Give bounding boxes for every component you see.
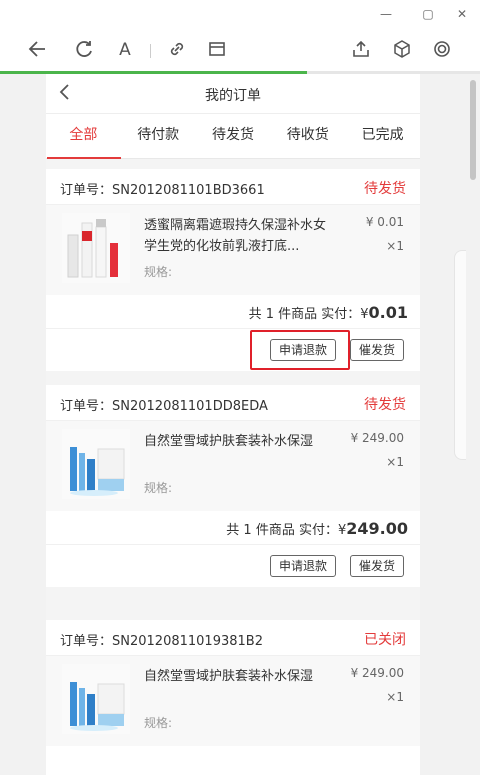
order-summary: 共 1 件商品 实付：¥0.01 [46, 295, 420, 329]
order-status: 待发货 [364, 181, 406, 197]
product-price: ¥ 249.00 [350, 431, 404, 445]
order-total-label: 共 1 件商品 实付：¥ [248, 307, 369, 322]
product-thumbnail[interactable] [62, 213, 130, 283]
tab-pending-shipment[interactable]: 待发货 [196, 114, 271, 158]
order-card[interactable]: 订单号：SN2012081101DD8EDA 待发货 自然堂雪域护肤套装补水保湿… [46, 385, 420, 587]
product-name[interactable]: 自然堂雪域护肤套装补水保湿 [144, 431, 336, 452]
order-number: 订单号：SN2012081101BD3661 [60, 179, 265, 198]
back-arrow-icon[interactable] [26, 38, 50, 62]
order-card[interactable]: 订单号：SN2012081101BD3661 待发货 透蜜隔离霜遮瑕持久保湿补水… [46, 169, 420, 371]
order-number: 订单号：SN20120811019381B2 [60, 630, 263, 649]
order-number-value: SN2012081101BD3661 [112, 183, 265, 198]
order-header: 订单号：SN2012081101DD8EDA 待发货 [46, 385, 420, 421]
window-icon[interactable] [205, 38, 229, 62]
order-number-label: 订单号： [60, 634, 113, 649]
order-item[interactable]: 自然堂雪域护肤套装补水保湿 规格: ¥ 249.00 ×1 [46, 421, 420, 511]
order-number-label: 订单号： [60, 183, 113, 198]
page-title: 我的订单 [205, 88, 261, 104]
tab-all[interactable]: 全部 [46, 114, 121, 159]
refresh-icon[interactable] [72, 38, 96, 62]
font-size-icon[interactable]: A [113, 38, 137, 62]
order-total-amount: 249.00 [346, 519, 408, 538]
order-number-value: SN2012081101DD8EDA [112, 399, 268, 414]
order-header: 订单号：SN20120811019381B2 已关闭 [46, 620, 420, 656]
urge-shipment-button[interactable]: 催发货 [350, 555, 405, 577]
product-quantity: ×1 [386, 239, 404, 253]
order-status: 已关闭 [364, 632, 406, 648]
order-summary: 共 1 件商品 实付：¥249.00 [46, 511, 420, 545]
close-icon[interactable]: ✕ [452, 4, 472, 24]
mobile-page: 我的订单 全部 待付款 待发货 待收货 已完成 订单号：SN2012081101… [46, 74, 420, 775]
browser-toolbar: A [0, 28, 480, 72]
order-actions: 申请退款 催发货 [46, 329, 420, 371]
minimize-icon[interactable]: — [376, 4, 396, 24]
order-total: 共 1 件商品 实付：¥249.00 [226, 519, 408, 538]
target-icon[interactable] [430, 38, 454, 62]
side-panel-handle[interactable] [454, 250, 466, 460]
link-icon[interactable] [165, 38, 189, 62]
product-price: ¥ 0.01 [365, 215, 404, 229]
product-spec: 规格: [144, 265, 173, 279]
window-titlebar: — ▢ ✕ [0, 0, 480, 28]
product-quantity: ×1 [386, 455, 404, 469]
order-number-label: 订单号： [60, 399, 113, 414]
tab-completed[interactable]: 已完成 [345, 114, 420, 158]
order-item[interactable]: 透蜜隔离霜遮瑕持久保湿补水女学生党的化妆前乳液打底... 规格: ¥ 0.01 … [46, 205, 420, 295]
urge-shipment-button[interactable]: 催发货 [350, 339, 405, 361]
product-spec: 规格: [144, 716, 173, 730]
product-quantity: ×1 [386, 690, 404, 704]
order-item[interactable]: 自然堂雪域护肤套装补水保湿 规格: ¥ 249.00 ×1 [46, 656, 420, 746]
order-header: 订单号：SN2012081101BD3661 待发货 [46, 169, 420, 205]
maximize-icon[interactable]: ▢ [418, 4, 438, 24]
highlight-box [250, 330, 350, 370]
apply-refund-button[interactable]: 申请退款 [270, 555, 337, 577]
tab-pending-receipt[interactable]: 待收货 [270, 114, 345, 158]
cube-icon[interactable] [390, 38, 414, 62]
scrollbar-thumb[interactable] [470, 80, 476, 180]
product-thumbnail[interactable] [62, 429, 130, 499]
order-status: 待发货 [364, 397, 406, 413]
tab-pending-payment[interactable]: 待付款 [121, 114, 196, 158]
order-actions: 申请退款 催发货 [46, 545, 420, 587]
order-total: 共 1 件商品 实付：¥0.01 [249, 303, 408, 322]
order-number-value: SN20120811019381B2 [112, 634, 263, 649]
order-number: 订单号：SN2012081101DD8EDA [60, 395, 268, 414]
product-thumbnail[interactable] [62, 664, 130, 734]
product-name[interactable]: 透蜜隔离霜遮瑕持久保湿补水女学生党的化妆前乳液打底... [144, 215, 336, 257]
order-card[interactable]: 订单号：SN20120811019381B2 已关闭 自然堂雪域护肤套装补水保湿… [46, 620, 420, 775]
toolbar-separator [150, 44, 151, 58]
page-header: 我的订单 [46, 74, 420, 114]
product-name[interactable]: 自然堂雪域护肤套装补水保湿 [144, 666, 336, 687]
share-icon[interactable] [349, 38, 373, 62]
order-total-amount: 0.01 [368, 303, 408, 322]
order-total-label: 共 1 件商品 实付：¥ [226, 523, 347, 538]
order-tabs: 全部 待付款 待发货 待收货 已完成 [46, 114, 420, 159]
product-spec: 规格: [144, 481, 173, 495]
product-price: ¥ 249.00 [350, 666, 404, 680]
